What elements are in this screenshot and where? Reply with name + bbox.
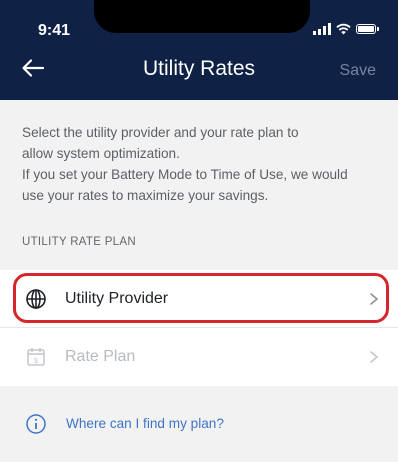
description-line: If you set your Battery Mode to Time of … xyxy=(22,167,348,182)
utility-provider-label: Utility Provider xyxy=(65,290,169,307)
save-button[interactable]: Save xyxy=(340,62,376,80)
chevron-right-icon xyxy=(370,293,379,305)
section-label: UTILITY RATE PLAN xyxy=(22,236,136,248)
rate-plan-label: Rate Plan xyxy=(65,348,136,365)
chevron-right-icon xyxy=(370,351,379,363)
description-line: use your rates to maximize your savings. xyxy=(22,188,269,203)
status-icons xyxy=(313,22,379,36)
app-header: 9:41 Utility Rates Save xyxy=(0,0,398,100)
description-line: Select the utility provider and your rat… xyxy=(22,125,299,140)
calendar-dollar-icon: $ xyxy=(27,348,45,366)
battery-icon xyxy=(356,24,379,34)
device-notch xyxy=(94,0,310,33)
info-icon xyxy=(26,414,46,434)
find-plan-link-label: Where can I find my plan? xyxy=(66,416,224,431)
utility-provider-row[interactable]: Utility Provider xyxy=(0,270,398,328)
globe-icon xyxy=(26,289,46,309)
wifi-icon xyxy=(336,23,351,35)
description-line: allow system optimization. xyxy=(22,146,180,161)
find-plan-link[interactable]: Where can I find my plan? xyxy=(0,400,398,448)
signal-icon xyxy=(313,23,331,35)
page-title: Utility Rates xyxy=(142,57,256,80)
status-time: 9:41 xyxy=(38,22,71,39)
description-text: Select the utility provider and your rat… xyxy=(22,122,387,206)
svg-text:$: $ xyxy=(34,358,38,365)
rate-plan-row[interactable]: $ Rate Plan xyxy=(0,328,398,386)
